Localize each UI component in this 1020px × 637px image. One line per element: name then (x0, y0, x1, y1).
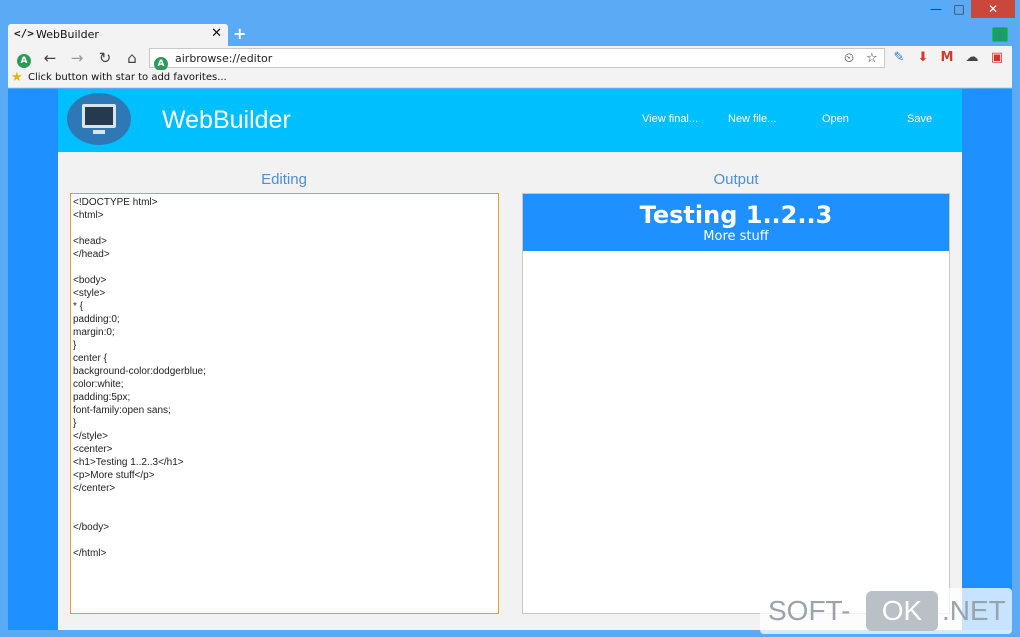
star-icon[interactable]: ★ (11, 70, 23, 85)
monitor-logo-icon (67, 93, 131, 145)
favorites-hint: Click button with star to add favorites.… (28, 72, 227, 83)
app-header: WebBuilder View final... New file... Ope… (58, 89, 962, 152)
watermark-text-1: SOFT- (768, 595, 851, 626)
watermark-text-2: OK (866, 591, 938, 631)
new-file-link[interactable]: New file... (728, 113, 776, 125)
editing-label: Editing (261, 171, 307, 188)
back-button[interactable]: ← (41, 49, 59, 67)
browser-toolbar: A ← → ↻ ⌂ A airbrowse://editor ⏲ ☆ ✎ ⬇ M… (8, 46, 1012, 71)
open-link[interactable]: Open (822, 113, 849, 125)
url-text[interactable]: airbrowse://editor (175, 52, 272, 65)
code-icon: </> (14, 27, 34, 40)
gmail-icon[interactable]: M (938, 49, 956, 67)
maximize-button[interactable]: □ (948, 0, 970, 18)
output-preview: Testing 1..2..3 More stuff (522, 193, 950, 614)
favorites-bar: ★ Click button with star to add favorite… (8, 70, 1012, 88)
weather-icon[interactable]: ☁ (963, 49, 981, 67)
page-viewport: WebBuilder View final... New file... Ope… (8, 89, 1012, 630)
tab-strip: </> WebBuilder ✕ + (0, 22, 1020, 46)
favorite-star-icon[interactable]: ☆ (866, 51, 878, 66)
tab-webbuilder[interactable]: </> WebBuilder ✕ (8, 24, 228, 46)
output-label: Output (713, 171, 759, 188)
address-bar[interactable]: A airbrowse://editor ⏲ ☆ (149, 48, 885, 71)
clock-icon[interactable]: ⏲ (844, 51, 854, 66)
site-icon: A (154, 51, 168, 71)
pdf-extension-icon[interactable]: ⬇ (914, 49, 932, 67)
save-extension-icon[interactable]: ▣ (988, 49, 1006, 67)
save-link[interactable]: Save (907, 113, 932, 125)
forward-button[interactable]: → (68, 49, 86, 67)
tab-close-icon[interactable]: ✕ (211, 26, 222, 41)
reload-button[interactable]: ↻ (96, 49, 114, 67)
browser-window: — □ ✕ </> WebBuilder ✕ + A ← → ↻ ⌂ A air… (0, 0, 1020, 637)
close-window-button[interactable]: ✕ (971, 0, 1015, 18)
home-button[interactable]: ⌂ (123, 49, 141, 67)
tab-title: WebBuilder (36, 28, 99, 41)
screenshot-icon[interactable] (992, 27, 1008, 42)
output-paragraph: More stuff (703, 229, 769, 244)
watermark-text-3: .NET (942, 595, 1006, 626)
brush-extension-icon[interactable]: ✎ (890, 49, 908, 67)
browser-logo-icon[interactable]: A (15, 49, 33, 68)
title-bar: — □ ✕ (0, 0, 1020, 22)
code-editor[interactable]: <!DOCTYPE html> <html> <head> </head> <b… (70, 193, 499, 614)
view-final-link[interactable]: View final... (642, 113, 698, 125)
new-tab-button[interactable]: + (233, 24, 246, 43)
webbuilder-app: WebBuilder View final... New file... Ope… (58, 89, 962, 630)
output-heading: Testing 1..2..3 (639, 201, 833, 229)
watermark: SOFT- OK .NET (760, 588, 1012, 634)
output-banner: Testing 1..2..3 More stuff (523, 194, 949, 251)
minimize-button[interactable]: — (925, 0, 947, 18)
app-title: WebBuilder (162, 106, 291, 134)
